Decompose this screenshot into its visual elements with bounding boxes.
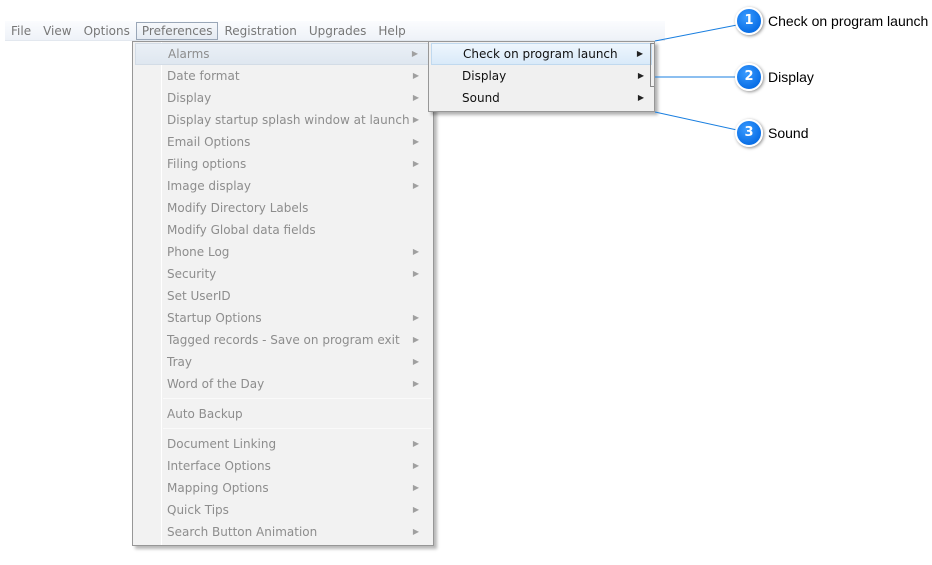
- callout-badge-2: 2: [735, 63, 763, 91]
- callout-label-3: Sound: [768, 125, 809, 141]
- callout-label-2: Display: [768, 69, 814, 85]
- callout-badge-3: 3: [735, 119, 763, 147]
- callout-line-3: [654, 111, 738, 131]
- callout-line-1: [654, 24, 738, 42]
- callout-label-1: Check on program launch: [768, 13, 929, 29]
- callout-badge-1: 1: [735, 7, 763, 35]
